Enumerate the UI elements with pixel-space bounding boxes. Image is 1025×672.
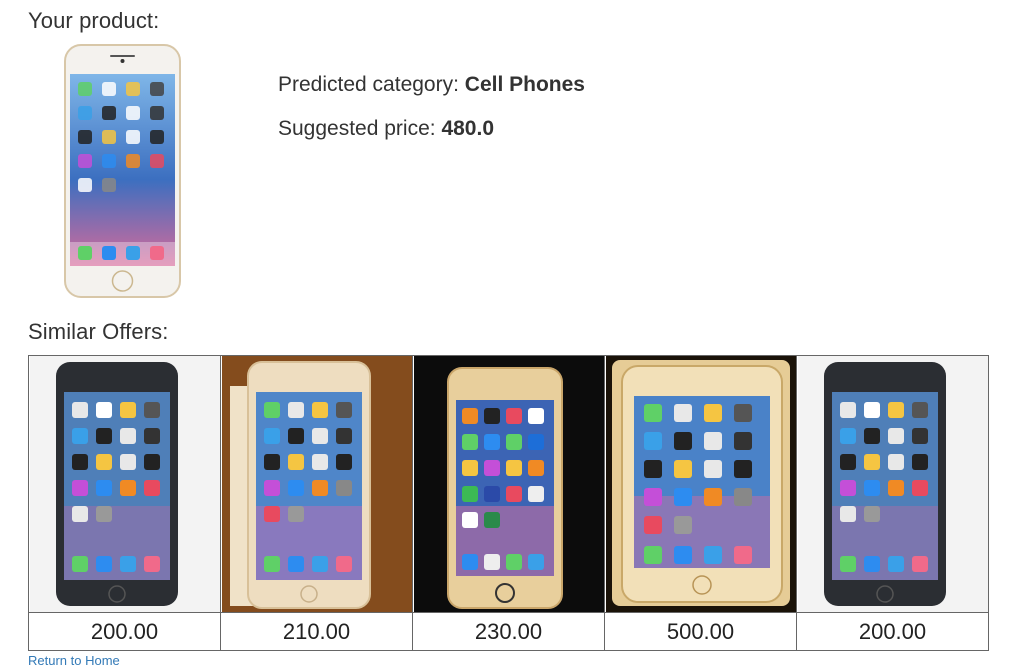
predicted-category-value: Cell Phones [464, 73, 585, 96]
offer-image-cell[interactable] [220, 355, 413, 613]
your-product-heading: Your product: [28, 8, 160, 33]
predicted-category: Predicted category: Cell Phones [278, 73, 585, 97]
offer-price: 500.00 [604, 612, 797, 651]
offer-images-row [28, 355, 989, 613]
iphone-space-gray-photo-icon [797, 356, 988, 612]
offer-price: 200.00 [28, 612, 221, 651]
offer-prices-row: 200.00 210.00 230.00 500.00 200.00 [28, 612, 989, 651]
suggested-price-label: Suggested price: [278, 117, 436, 140]
offer-price: 210.00 [220, 612, 413, 651]
predicted-category-label: Predicted category: [278, 73, 459, 96]
offer-image-cell[interactable] [28, 355, 221, 613]
page: Your product: Predicted category: Cell P… [0, 0, 1025, 672]
iphone-gold-in-box-photo-icon [605, 356, 796, 612]
offer-image-cell[interactable] [412, 355, 605, 613]
offer-image-cell[interactable] [796, 355, 989, 613]
suggested-price: Suggested price: 480.0 [278, 117, 494, 141]
offer-price: 200.00 [796, 612, 989, 651]
product-image [64, 44, 181, 298]
iphone-silver-in-box-photo-icon [221, 356, 412, 612]
similar-offers-heading: Similar Offers: [28, 319, 169, 344]
offer-image-cell[interactable] [604, 355, 797, 613]
iphone-gold-photo-icon [413, 356, 604, 612]
iphone-gold-photo-icon [64, 44, 181, 298]
offer-price: 230.00 [412, 612, 605, 651]
similar-offers-table: 200.00 210.00 230.00 500.00 200.00 [28, 355, 989, 651]
return-to-home-link[interactable]: Return to Home [28, 653, 120, 668]
iphone-space-gray-photo-icon [29, 356, 220, 612]
suggested-price-value: 480.0 [441, 117, 495, 140]
